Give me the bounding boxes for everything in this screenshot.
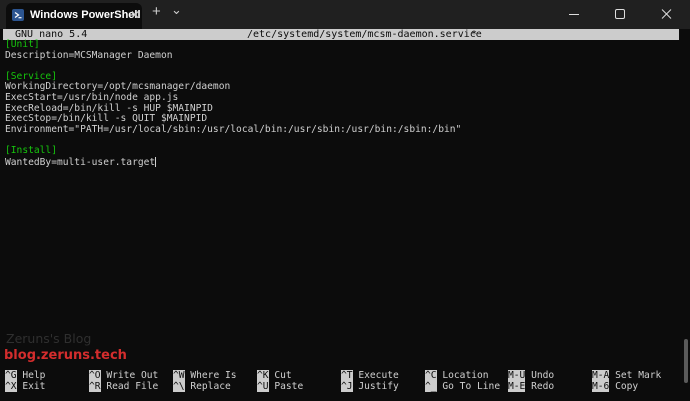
shortcut-label: Justify [352,381,399,392]
maximize-button[interactable] [597,0,643,29]
shortcut-label: Paste [268,381,304,392]
shortcut-cut: ^K Cut [257,370,292,381]
scrollbar-thumb[interactable] [684,339,688,383]
shortcut-key: ^K [257,370,269,381]
shortcut-label: Copy [609,381,639,392]
shortcut-undo: M-U Undo [508,370,555,381]
shortcut-label: Set Mark [609,370,662,381]
shortcut-label: Replace [184,381,231,392]
shortcut-key: ^T [341,370,353,381]
shortcut-key: M-A [592,370,610,381]
nano-filename: /etc/systemd/system/mcsm-daemon.service [247,29,482,40]
tab-windows-powershell[interactable]: Windows PowerShell ✕ [6,3,142,29]
shortcut-key: ^O [89,370,101,381]
shortcut-read-file: ^R Read File [89,381,159,392]
minimize-icon [569,14,579,15]
shortcut-label: Write Out [100,370,159,381]
shortcut-replace: ^\ Replace [173,381,231,392]
scrollbar[interactable] [681,29,690,401]
modified-indicator: * [471,29,478,40]
nano-title-bar: GNU nano 5.4 /etc/systemd/system/mcsm-da… [3,29,679,40]
shortcut-key: ^J [341,381,353,392]
shortcut-copy: M-6 Copy [592,381,639,392]
shortcut-key: ^X [5,381,17,392]
shortcut-key: ^G [5,370,17,381]
close-icon [661,9,672,19]
shortcut-where-is: ^W Where Is [173,370,237,381]
shortcut-key: ^\ [173,381,185,392]
editor-line: WantedBy=multi-user.target [5,156,157,168]
shortcut-label: Where Is [184,370,237,381]
shortcut-redo: M-E Redo [508,381,555,392]
editor-area[interactable]: [Unit] Description=MCSManager Daemon [Serv… [5,39,679,168]
powershell-icon [12,9,24,21]
section-header-line: [Install] [5,144,57,156]
shortcut-key: ^W [173,370,185,381]
shortcut-paste: ^U Paste [257,381,304,392]
shortcut-label: Exit [16,381,46,392]
shortcut-write-out: ^O Write Out [89,370,159,381]
shortcut-label: Redo [525,381,555,392]
editor-line: ExecStart=/usr/bin/node app.js [5,91,179,103]
shortcut-help: ^G Help [5,370,46,381]
new-tab-button[interactable]: + [152,3,161,20]
editor-line: Description=MCSManager Daemon [5,49,173,61]
close-button[interactable] [644,0,690,29]
shortcut-key: ^U [257,381,269,392]
tab-title: Windows PowerShell [30,9,141,21]
shortcut-justify: ^J Justify [341,381,399,392]
title-bar[interactable]: Windows PowerShell ✕ + ⌄ [0,0,690,29]
watermark-blog-url: blog.zeruns.tech [4,348,127,363]
shortcut-label: Cut [268,370,292,381]
shortcut-key: ^R [89,381,101,392]
shortcut-key: M-6 [592,381,610,392]
text-cursor [155,156,157,167]
section-header-line: [Unit] [5,39,40,50]
shortcut-set-mark: M-A Set Mark [592,370,662,381]
shortcut-key: ^_ [425,381,437,392]
shortcut-key: ^C [425,370,437,381]
shortcut-location: ^C Location [425,370,489,381]
shortcut-label: Go To Line [436,381,501,392]
shortcut-key: M-E [508,381,526,392]
shortcut-label: Undo [525,370,555,381]
shortcut-key: M-U [508,370,526,381]
shortcut-exit: ^X Exit [5,381,46,392]
tab-dropdown-icon[interactable]: ⌄ [171,2,182,18]
watermark-blog-name: Zeruns's Blog [6,331,92,346]
shortcut-execute: ^T Execute [341,370,399,381]
shortcut-label: Help [16,370,46,381]
tab-close-icon[interactable]: ✕ [130,8,140,22]
terminal-window: Windows PowerShell ✕ + ⌄ GNU nano 5.4 /e… [0,0,690,401]
shortcut-go-to-line: ^_ Go To Line [425,381,501,392]
shortcut-label: Location [436,370,489,381]
editor-line: Environment="PATH=/usr/local/sbin:/usr/l… [5,123,462,135]
shortcut-help-bar: ^G Help ^O Write Out ^W Where Is ^K Cut ^T E… [5,370,679,393]
maximize-icon [615,9,625,19]
minimize-button[interactable] [551,0,597,29]
shortcut-label: Execute [352,370,399,381]
shortcut-label: Read File [100,381,159,392]
